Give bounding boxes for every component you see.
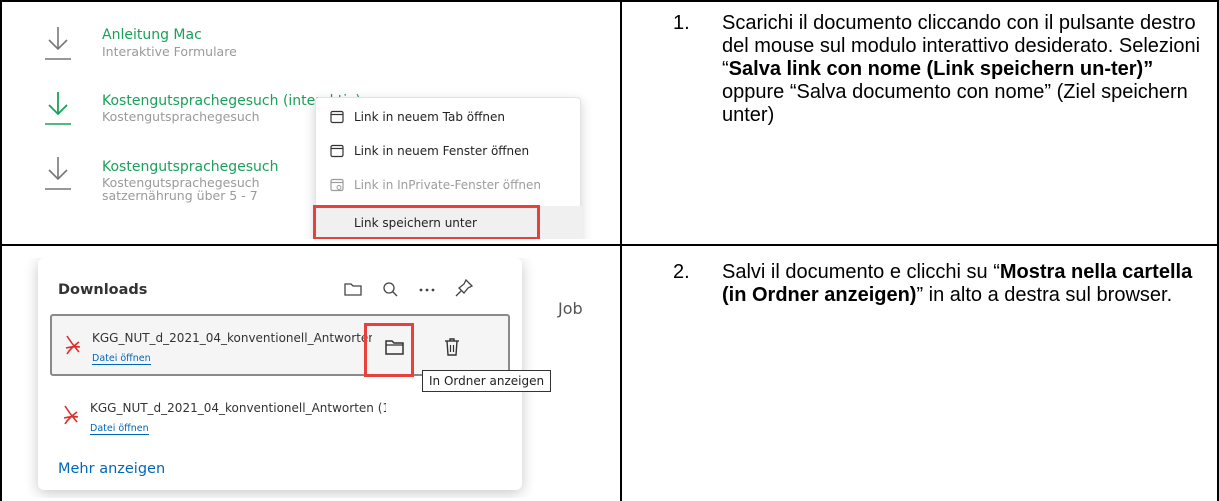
tab-icon [330, 110, 344, 124]
search-icon[interactable] [378, 276, 402, 302]
background-page-text: Job [558, 299, 583, 318]
open-file-link[interactable]: Datei öffnen [90, 423, 149, 435]
highlight-box [313, 205, 540, 239]
open-file-link[interactable]: Datei öffnen [92, 353, 151, 365]
table-column-divider [620, 0, 622, 501]
downloads-panel-screenshot: Job Downloads KGG_NUT_d_2021_04_konventi… [10, 258, 613, 498]
step-number: 2. [673, 261, 690, 283]
step-text-bold: Salva link con nome (Link speichern un-t… [728, 58, 1154, 80]
download-subtitle: Interaktive Formulare [102, 44, 237, 59]
pdf-file-icon [65, 335, 81, 355]
menu-item-open-in-inprivate-window: Link in InPrivate-Fenster öffnen [316, 168, 582, 202]
download-title[interactable]: Anleitung Mac [102, 27, 202, 43]
pdf-file-icon [63, 405, 79, 425]
download-subtitle-line2: satzernährung über 5 - 7 [102, 188, 258, 203]
menu-item-label: Link in neuem Fenster öffnen [354, 144, 530, 158]
step-text: Salvi il documento e clicchi su “Mostra … [722, 261, 1210, 307]
inprivate-window-icon [330, 178, 344, 192]
download-arrow-icon [45, 27, 71, 60]
more-options-icon[interactable] [415, 276, 439, 302]
download-arrow-icon [45, 157, 71, 190]
download-file-row[interactable]: KGG_NUT_d_2021_04_konventionell_Antworte… [50, 386, 510, 448]
download-file-row[interactable]: KGG_NUT_d_2021_04_konventionell_Antworte… [50, 314, 510, 376]
menu-item-label: Link in InPrivate-Fenster öffnen [354, 178, 541, 192]
panel-title: Downloads [58, 282, 148, 298]
step-text: Scarichi il documento cliccando con il p… [722, 12, 1210, 127]
download-subtitle: Kostengutsprachegesuch [102, 109, 260, 124]
show-more-link[interactable]: Mehr anzeigen [58, 461, 165, 477]
step-text-part: ” in alto a destra sul browser. [916, 284, 1173, 306]
table-border-middle [0, 244, 1219, 246]
trash-icon[interactable] [440, 334, 464, 360]
pin-icon[interactable] [452, 276, 476, 302]
download-title[interactable]: Kostengutsprachegesuch [102, 159, 279, 175]
highlight-box [364, 323, 414, 377]
file-name: KGG_NUT_d_2021_04_konventionell_Antworte… [90, 401, 386, 415]
menu-item-open-in-new-window[interactable]: Link in neuem Fenster öffnen [316, 134, 582, 168]
menu-item-label: Link in neuem Tab öffnen [354, 110, 505, 124]
step-text-part: Salvi il documento e clicchi su “ [722, 261, 1000, 283]
download-item[interactable]: Anleitung Mac Interaktive Formulare [10, 21, 613, 73]
step-number: 1. [673, 12, 690, 34]
file-name: KGG_NUT_d_2021_04_konventionell_Antworte… [92, 331, 372, 345]
step-text-part: oppure “Salva documento con nome” (Ziel … [722, 81, 1188, 126]
downloads-panel: Downloads KGG_NUT_d_2021_04_konventionel… [38, 258, 552, 490]
download-arrow-icon [45, 92, 71, 125]
table-border-top [0, 0, 1219, 2]
folder-icon[interactable] [341, 276, 365, 302]
window-icon [330, 144, 344, 158]
context-menu-screenshot: Anleitung Mac Interaktive Formulare Kost… [10, 13, 613, 239]
menu-item-open-in-new-tab[interactable]: Link in neuem Tab öffnen [316, 100, 582, 134]
table-border-left [0, 0, 2, 501]
